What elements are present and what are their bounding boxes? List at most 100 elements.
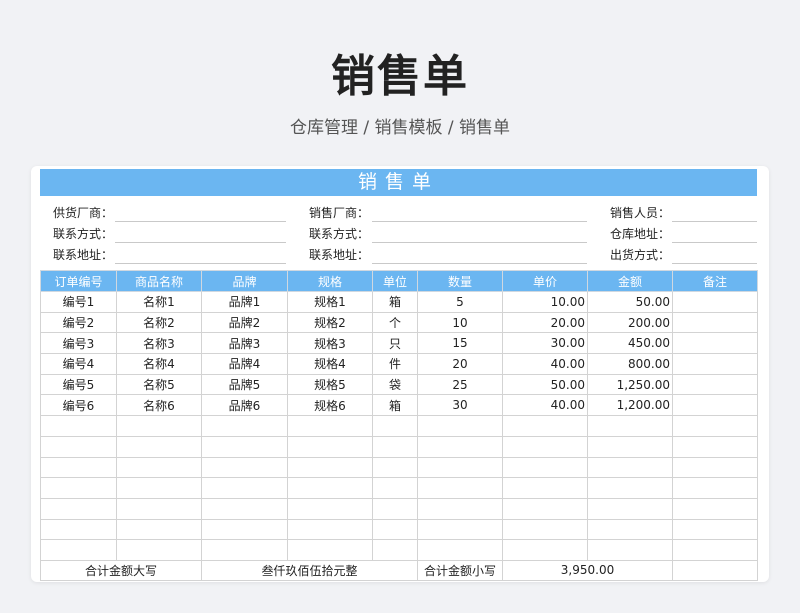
table-cell[interactable]: 10 [417,311,503,334]
table-cell[interactable] [201,539,288,561]
table-cell[interactable] [40,477,117,499]
table-cell[interactable]: 编号5 [40,373,117,396]
table-cell[interactable] [672,394,758,417]
table-cell[interactable]: 品牌6 [201,394,288,417]
table-cell[interactable] [40,415,117,437]
table-cell[interactable] [287,518,373,541]
table-cell[interactable] [372,539,418,561]
table-cell[interactable]: 50.00 [502,373,588,396]
table-cell[interactable]: 200.00 [587,311,673,334]
table-cell[interactable] [201,518,288,541]
table-cell[interactable]: 品牌2 [201,311,288,334]
table-cell[interactable] [287,477,373,499]
table-cell[interactable] [587,497,673,520]
table-cell[interactable]: 1,200.00 [587,394,673,417]
table-cell[interactable] [40,518,117,541]
supplier-address-field[interactable] [115,245,286,264]
table-cell[interactable]: 名称6 [116,394,202,417]
table-cell[interactable]: 品牌3 [201,332,288,355]
table-cell[interactable] [417,415,503,437]
table-cell[interactable]: 规格4 [287,353,373,375]
table-cell[interactable] [417,518,503,541]
table-cell[interactable]: 编号2 [40,311,117,334]
table-cell[interactable]: 箱 [372,291,418,313]
table-cell[interactable]: 名称3 [116,332,202,355]
table-cell[interactable] [372,435,418,458]
table-cell[interactable]: 30 [417,394,503,417]
table-cell[interactable] [201,497,288,520]
table-cell[interactable] [502,456,588,479]
table-cell[interactable]: 名称1 [116,291,202,313]
table-cell[interactable] [587,518,673,541]
table-cell[interactable] [587,435,673,458]
table-cell[interactable]: 50.00 [587,291,673,313]
table-cell[interactable] [201,435,288,458]
table-cell[interactable]: 规格6 [287,394,373,417]
table-cell[interactable]: 只 [372,332,418,355]
table-cell[interactable]: 品牌1 [201,291,288,313]
table-cell[interactable]: 个 [372,311,418,334]
table-cell[interactable] [672,497,758,520]
table-cell[interactable]: 箱 [372,394,418,417]
table-cell[interactable] [372,477,418,499]
table-cell[interactable] [372,456,418,479]
table-cell[interactable] [672,539,758,561]
table-cell[interactable] [287,415,373,437]
table-cell[interactable] [672,477,758,499]
table-cell[interactable] [417,435,503,458]
table-cell[interactable] [417,497,503,520]
table-cell[interactable] [116,497,202,520]
table-cell[interactable] [417,456,503,479]
table-cell[interactable]: 20 [417,353,503,375]
table-cell[interactable]: 25 [417,373,503,396]
supplier-contact-field[interactable] [115,224,286,243]
table-cell[interactable] [372,497,418,520]
table-cell[interactable]: 名称5 [116,373,202,396]
table-cell[interactable]: 品牌5 [201,373,288,396]
table-cell[interactable]: 40.00 [502,394,588,417]
shipping-method-field[interactable] [672,245,757,264]
table-cell[interactable] [672,332,758,355]
table-cell[interactable] [672,373,758,396]
table-cell[interactable] [287,456,373,479]
table-cell[interactable] [116,435,202,458]
table-cell[interactable] [672,518,758,541]
table-cell[interactable] [116,477,202,499]
table-cell[interactable]: 袋 [372,373,418,396]
table-cell[interactable] [287,435,373,458]
table-cell[interactable] [40,456,117,479]
table-cell[interactable]: 名称2 [116,311,202,334]
table-cell[interactable] [587,477,673,499]
table-cell[interactable]: 15 [417,332,503,355]
table-cell[interactable] [502,497,588,520]
table-cell[interactable] [502,435,588,458]
table-cell[interactable] [672,291,758,313]
salesperson-field[interactable] [672,203,757,222]
table-cell[interactable]: 40.00 [502,353,588,375]
table-cell[interactable] [417,539,503,561]
table-cell[interactable] [372,518,418,541]
table-cell[interactable]: 30.00 [502,332,588,355]
table-cell[interactable]: 品牌4 [201,353,288,375]
table-cell[interactable] [372,415,418,437]
table-cell[interactable] [587,539,673,561]
table-cell[interactable]: 800.00 [587,353,673,375]
table-cell[interactable] [502,539,588,561]
table-cell[interactable] [672,311,758,334]
table-cell[interactable] [287,539,373,561]
table-cell[interactable] [502,518,588,541]
seller-field[interactable] [372,203,587,222]
table-cell[interactable] [40,497,117,520]
table-cell[interactable] [201,456,288,479]
table-cell[interactable]: 450.00 [587,332,673,355]
table-cell[interactable] [201,477,288,499]
table-cell[interactable] [287,497,373,520]
table-cell[interactable] [502,415,588,437]
table-cell[interactable]: 编号3 [40,332,117,355]
table-cell[interactable] [417,477,503,499]
table-cell[interactable] [116,539,202,561]
table-cell[interactable] [116,518,202,541]
table-cell[interactable] [672,353,758,375]
seller-address-field[interactable] [372,245,587,264]
table-cell[interactable] [116,456,202,479]
